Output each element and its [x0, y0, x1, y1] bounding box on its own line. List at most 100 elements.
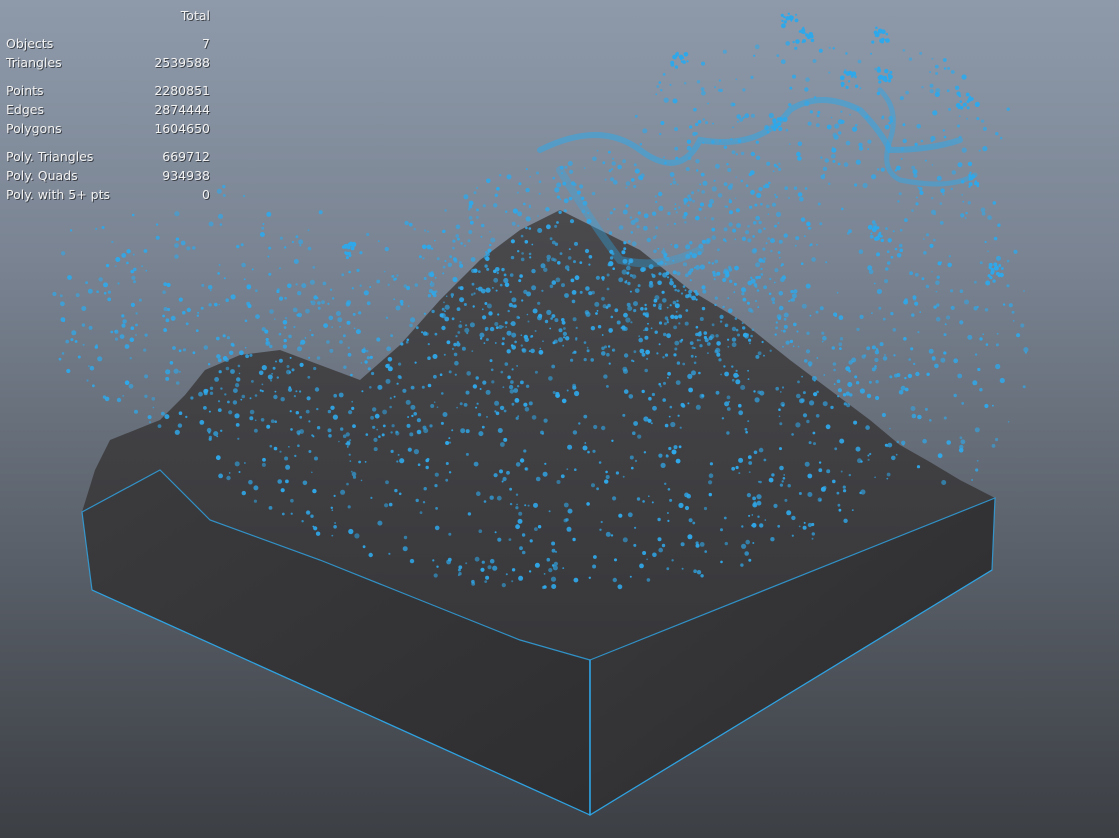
fluid-particle [832, 47, 835, 50]
fluid-particle [591, 191, 596, 196]
fluid-particle [598, 461, 602, 464]
droplet-particle [969, 171, 972, 174]
fluid-particle [492, 287, 494, 289]
fluid-particle [663, 156, 665, 159]
fluid-particle [642, 312, 646, 316]
fluid-particle [623, 241, 627, 245]
droplet-particle [955, 103, 961, 108]
fluid-particle [107, 297, 112, 302]
fluid-particle [749, 205, 753, 209]
fluid-particle [640, 173, 645, 178]
hud-row-poly-triangles: Poly. Triangles 669712 [6, 147, 210, 166]
fluid-particle [821, 340, 824, 343]
fluid-particle [831, 147, 837, 153]
fluid-particle [741, 543, 747, 549]
fluid-particle [747, 378, 750, 380]
fluid-particle [270, 379, 273, 382]
fluid-particle [316, 356, 321, 360]
fluid-particle [629, 290, 632, 293]
fluid-particle [471, 282, 475, 286]
fluid-particle [478, 431, 484, 437]
fluid-particle [240, 398, 243, 401]
fluid-particle [229, 350, 234, 355]
fluid-particle [398, 362, 402, 366]
fluid-particle [898, 192, 902, 196]
droplet-particle [965, 92, 970, 97]
fluid-particle [464, 327, 470, 333]
fluid-particle [768, 112, 774, 119]
fluid-particle [588, 263, 591, 266]
fluid-particle [364, 461, 367, 463]
fluid-particle [297, 346, 302, 352]
fluid-particle [666, 223, 669, 226]
fluid-particle [916, 196, 918, 199]
fluid-particle [834, 447, 838, 451]
fluid-particle [798, 492, 802, 495]
fluid-particle [698, 207, 702, 211]
fluid-particle [215, 455, 221, 461]
fluid-particle [763, 227, 766, 230]
fluid-particle [662, 248, 665, 250]
fluid-particle [755, 354, 760, 359]
fluid-particle [601, 334, 604, 336]
fluid-particle [708, 342, 711, 345]
fluid-particle [506, 349, 511, 354]
droplet-particle [682, 60, 686, 64]
fluid-particle [190, 396, 194, 400]
droplet-particle [998, 264, 1002, 268]
fluid-particle [551, 541, 556, 546]
fluid-particle [935, 72, 938, 75]
fluid-particle [578, 422, 581, 425]
fluid-particle [772, 301, 775, 305]
fluid-particle [982, 333, 984, 336]
fluid-particle [700, 202, 704, 207]
fluid-particle [77, 355, 81, 359]
fluid-particle [775, 326, 778, 330]
fluid-particle [802, 525, 807, 530]
fluid-particle [527, 320, 530, 323]
droplet-particle [877, 75, 882, 81]
fluid-particle [886, 250, 890, 253]
fluid-particle [738, 403, 742, 408]
fluid-particle [339, 326, 341, 328]
fluid-particle [1016, 333, 1021, 338]
fluid-particle [750, 278, 756, 284]
fluid-particle [675, 156, 679, 160]
fluid-particle [165, 376, 170, 381]
fluid-particle [799, 196, 804, 202]
fluid-particle [451, 429, 454, 432]
fluid-particle [367, 367, 371, 371]
fluid-particle [373, 437, 378, 442]
fluid-particle [385, 378, 391, 384]
fluid-particle [691, 268, 694, 271]
fluid-particle [961, 74, 967, 80]
fluid-particle [888, 115, 893, 121]
fluid-particle [511, 332, 517, 338]
fluid-particle [948, 255, 951, 258]
fluid-particle [537, 215, 539, 217]
fluid-particle [675, 458, 681, 464]
fluid-particle [704, 217, 707, 219]
fluid-particle [510, 321, 516, 327]
fluid-particle [414, 361, 417, 364]
fluid-particle [677, 289, 680, 293]
fluid-particle [1023, 347, 1029, 353]
fluid-particle [689, 279, 692, 282]
fluid-particle [466, 371, 472, 376]
fluid-particle [532, 308, 538, 314]
fluid-particle [613, 208, 616, 211]
fluid-particle [878, 306, 882, 310]
fluid-particle [980, 207, 986, 213]
fluid-particle [666, 306, 669, 309]
fluid-particle [538, 180, 542, 183]
fluid-particle [741, 525, 744, 528]
fluid-particle [923, 251, 927, 255]
fluid-particle [915, 371, 920, 377]
fluid-particle [961, 402, 965, 405]
fluid-particle [249, 416, 254, 421]
fluid-particle [515, 462, 521, 467]
fluid-particle [92, 384, 95, 388]
fluid-particle [529, 539, 533, 543]
fluid-particle [459, 286, 464, 291]
fluid-particle [679, 426, 682, 429]
